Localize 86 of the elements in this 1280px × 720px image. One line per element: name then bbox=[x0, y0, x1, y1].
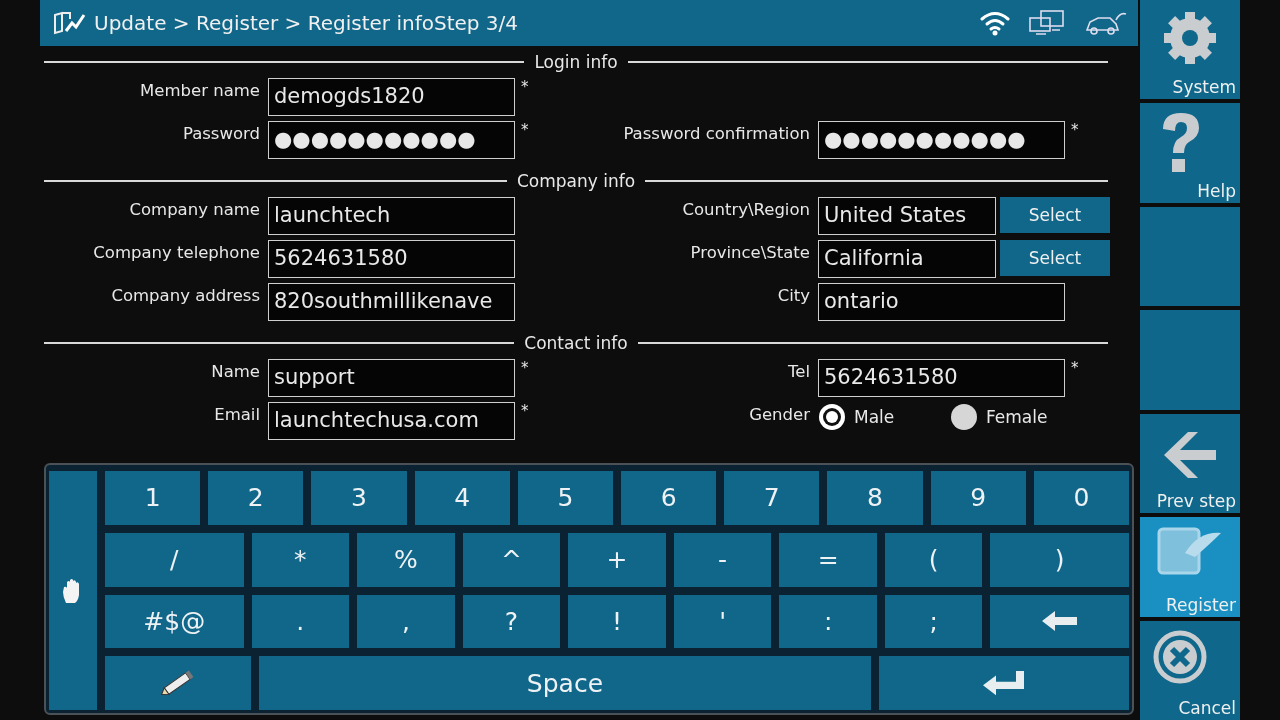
keyboard-key[interactable]: ( bbox=[884, 532, 983, 587]
input-field[interactable]: launchtech bbox=[268, 197, 515, 235]
required-mark: * bbox=[520, 359, 529, 377]
input-field[interactable]: ●●●●●●●●●●● bbox=[268, 121, 515, 159]
keyboard-key[interactable]: 0 bbox=[1033, 471, 1130, 525]
keyboard-key[interactable]: * bbox=[251, 532, 350, 587]
input-field[interactable]: support bbox=[268, 359, 515, 397]
breadcrumb: Update > Register > Register infoStep 3/4 bbox=[94, 11, 518, 35]
input-field[interactable]: California bbox=[818, 240, 996, 278]
hand-key[interactable] bbox=[49, 471, 97, 710]
keyboard-key[interactable]: : bbox=[779, 594, 877, 649]
keyboard-key[interactable]: ; bbox=[884, 594, 983, 649]
input-field[interactable]: launchtechusa.com bbox=[268, 402, 515, 440]
keyboard-key[interactable]: 9 bbox=[930, 471, 1026, 525]
input-field[interactable]: ontario bbox=[818, 283, 1065, 321]
keyboard-key[interactable]: . bbox=[251, 594, 350, 649]
backspace-icon bbox=[1041, 611, 1078, 632]
keyboard-key[interactable]: ' bbox=[673, 594, 772, 649]
section-title: Company info bbox=[516, 171, 636, 191]
keyboard-key[interactable]: 7 bbox=[724, 471, 820, 525]
pencil-key[interactable] bbox=[105, 656, 252, 710]
select-button[interactable]: Select bbox=[1000, 240, 1110, 276]
required-mark: * bbox=[520, 121, 529, 139]
keyboard-key[interactable]: 4 bbox=[414, 471, 510, 525]
required-mark: * bbox=[1070, 359, 1079, 377]
sidebar-button[interactable]: System bbox=[1140, 0, 1240, 100]
field-label: Company name bbox=[128, 199, 260, 219]
keyboard-key[interactable]: 8 bbox=[827, 471, 923, 525]
select-button[interactable]: Select bbox=[1000, 197, 1110, 233]
sidebar-button[interactable]: Register bbox=[1140, 517, 1240, 617]
backspace-key[interactable] bbox=[990, 594, 1129, 649]
section-title: Login info bbox=[534, 52, 618, 72]
keyboard-key[interactable]: , bbox=[357, 594, 455, 649]
keyboard-key[interactable]: / bbox=[105, 532, 244, 587]
input-field[interactable]: 820southmillikenave bbox=[268, 283, 515, 321]
sidebar-button[interactable]: Cancel bbox=[1140, 620, 1240, 720]
keyboard-key[interactable]: % bbox=[357, 532, 455, 587]
field-label: Member name bbox=[139, 80, 260, 100]
input-field[interactable]: 5624631580 bbox=[818, 359, 1065, 397]
back-arrow-icon bbox=[1162, 429, 1218, 480]
required-mark: * bbox=[520, 402, 529, 420]
space-key[interactable]: Space bbox=[259, 656, 871, 710]
app-logo-icon bbox=[52, 11, 86, 35]
field-label: Company address bbox=[110, 285, 260, 305]
sidebar-button[interactable]: Prev step bbox=[1140, 413, 1240, 514]
keyboard-key[interactable]: ^ bbox=[462, 532, 561, 587]
field-label: Gender bbox=[748, 404, 810, 424]
field-label: City bbox=[776, 285, 810, 305]
radio-button[interactable] bbox=[818, 403, 846, 431]
radio-label: Female bbox=[986, 407, 1048, 427]
section-title: Contact info bbox=[524, 333, 628, 353]
input-field[interactable]: 5624631580 bbox=[268, 240, 515, 278]
keyboard-key[interactable]: 2 bbox=[208, 471, 304, 525]
field-label: Password bbox=[181, 123, 260, 143]
radio-button[interactable] bbox=[950, 403, 978, 431]
input-field[interactable]: United States bbox=[818, 197, 996, 235]
keyboard-key[interactable]: ! bbox=[568, 594, 666, 649]
keyboard-key[interactable]: ? bbox=[462, 594, 561, 649]
required-mark: * bbox=[520, 78, 529, 96]
cancel-icon bbox=[1152, 628, 1208, 685]
input-field[interactable]: demogds1820 bbox=[268, 78, 515, 116]
radio-label: Male bbox=[854, 407, 895, 427]
input-field[interactable]: ●●●●●●●●●●● bbox=[818, 121, 1065, 159]
field-label: Tel bbox=[787, 361, 810, 381]
field-label: Password confirmation bbox=[622, 123, 810, 143]
field-label: Email bbox=[213, 404, 260, 424]
keyboard-key[interactable]: #$@ bbox=[105, 594, 244, 649]
field-label: Name bbox=[210, 361, 260, 381]
keyboard-key[interactable]: 3 bbox=[311, 471, 407, 525]
field-label: Province\State bbox=[689, 242, 810, 262]
network-icon bbox=[1028, 10, 1066, 36]
field-label: Country\Region bbox=[681, 199, 810, 219]
keyboard-key[interactable]: = bbox=[779, 532, 877, 587]
required-mark: * bbox=[1070, 121, 1079, 139]
sidebar-button[interactable]: Help bbox=[1140, 103, 1240, 203]
keyboard-key[interactable]: 6 bbox=[621, 471, 717, 525]
keyboard-key[interactable]: - bbox=[673, 532, 772, 587]
enter-key[interactable] bbox=[878, 656, 1129, 710]
keyboard-key[interactable]: ) bbox=[990, 532, 1129, 587]
keyboard-key[interactable]: + bbox=[568, 532, 666, 587]
enter-icon bbox=[982, 670, 1025, 697]
keyboard-key[interactable]: 5 bbox=[517, 471, 613, 525]
keyboard-key[interactable]: 1 bbox=[105, 471, 201, 525]
car-icon bbox=[1084, 10, 1128, 36]
wifi-icon bbox=[980, 10, 1010, 36]
field-label: Company telephone bbox=[92, 242, 260, 262]
